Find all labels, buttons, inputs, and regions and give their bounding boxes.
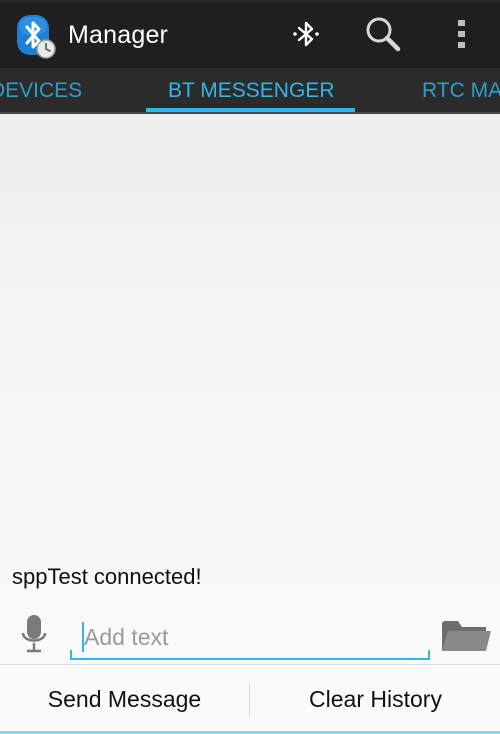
app-title: Manager — [68, 21, 169, 49]
overflow-menu-icon — [455, 17, 467, 56]
overflow-menu-button[interactable] — [439, 14, 483, 58]
bluetooth-button[interactable] — [284, 14, 328, 58]
bluetooth-clock-app-icon[interactable] — [16, 15, 56, 59]
message-input-container — [70, 616, 430, 660]
action-bar: Manager — [0, 0, 500, 68]
search-button[interactable] — [361, 14, 405, 58]
button-divider — [249, 683, 250, 717]
tab-rtc-manager[interactable]: RTC MA — [422, 79, 500, 103]
clear-history-button[interactable]: Clear History — [251, 665, 500, 733]
voice-input-button[interactable] — [16, 614, 52, 658]
bluetooth-icon — [289, 17, 323, 56]
app-root: Manager EVICES BT MESSENGER RTC MA sppTe… — [0, 0, 500, 734]
bottom-button-bar: Send Message Clear History — [0, 664, 500, 734]
microphone-icon — [20, 613, 48, 660]
folder-icon — [440, 617, 492, 658]
message-history[interactable]: sppTest connected! — [0, 114, 500, 604]
connection-status-message: sppTest connected! — [12, 564, 202, 589]
message-text-input[interactable] — [80, 620, 424, 654]
tab-devices[interactable]: DEVICES — [0, 79, 82, 103]
search-icon — [363, 14, 403, 59]
tab-bt-messenger[interactable]: BT MESSENGER — [168, 79, 334, 103]
tab-strip: DEVICES BT MESSENGER RTC MA — [0, 68, 500, 114]
text-cursor — [82, 622, 84, 652]
send-message-button[interactable]: Send Message — [0, 665, 249, 733]
attach-file-button[interactable] — [440, 615, 492, 659]
selected-tab-indicator — [146, 108, 355, 112]
